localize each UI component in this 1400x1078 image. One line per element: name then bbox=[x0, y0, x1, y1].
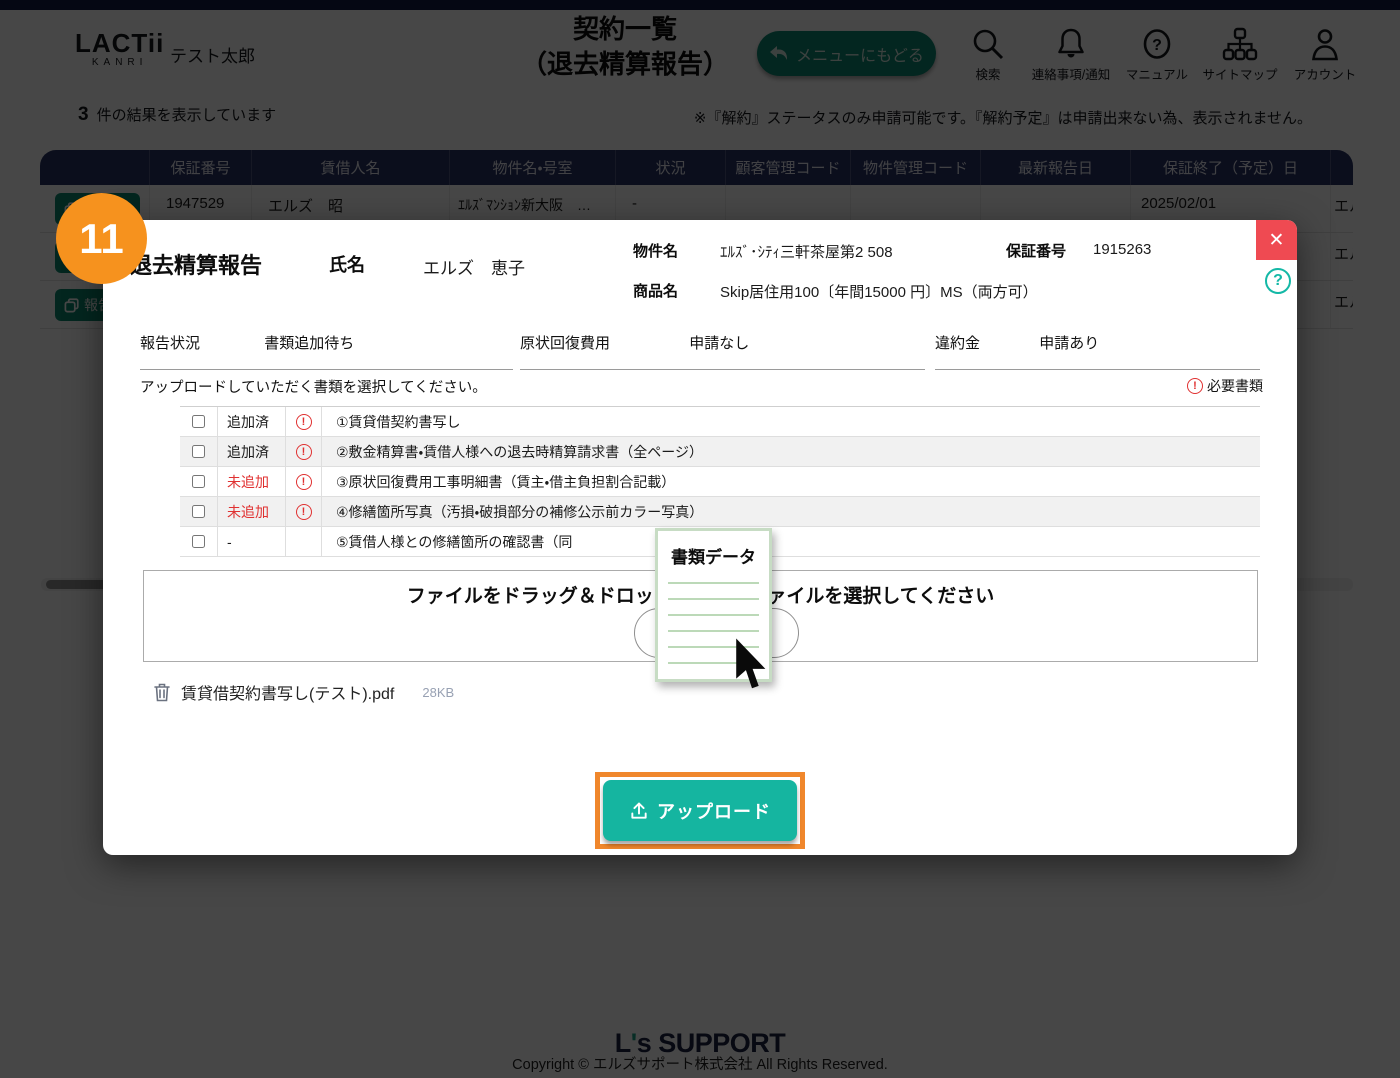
doc-checkbox[interactable] bbox=[192, 445, 205, 458]
product-name-label: 商品名 bbox=[633, 280, 678, 301]
tenant-name-label: 氏名 bbox=[329, 251, 365, 277]
step-number: 11 bbox=[79, 215, 123, 263]
property-name-label: 物件名 bbox=[633, 240, 678, 261]
doc-status: 追加済 bbox=[218, 437, 286, 466]
uploaded-file-name: 賃貸借契約書写し(テスト).pdf bbox=[181, 680, 394, 704]
help-icon: ? bbox=[1273, 272, 1283, 290]
trash-icon[interactable] bbox=[153, 682, 171, 702]
upload-button[interactable]: アップロード bbox=[603, 780, 797, 841]
checklist-row: 未追加 ! ③原状回復費用工事明細書（賃主・借主負担割合記載） bbox=[180, 467, 1260, 497]
uploaded-file-size: 28KB bbox=[422, 685, 454, 700]
close-icon: ✕ bbox=[1269, 229, 1285, 252]
required-docs-legend: ! 必要書類 bbox=[1187, 376, 1263, 396]
doc-checkbox[interactable] bbox=[192, 475, 205, 488]
required-docs-label: 必要書類 bbox=[1207, 376, 1263, 396]
penalty-label: 違約金 bbox=[935, 335, 980, 352]
doc-label: ④修繕箇所写真（汚損・破損部分の補修公示前カラー写真） bbox=[322, 497, 1260, 526]
required-cell: ! bbox=[286, 467, 322, 496]
alert-icon: ! bbox=[296, 444, 312, 460]
doc-checkbox[interactable] bbox=[192, 505, 205, 518]
checkbox-cell bbox=[180, 497, 218, 526]
modal-close-button[interactable]: ✕ bbox=[1256, 220, 1297, 260]
upload-instruction: アップロードしていただく書類を選択してください。 bbox=[140, 376, 487, 397]
alert-icon: ! bbox=[1187, 378, 1203, 394]
tenant-name-value: エルズ 恵子 bbox=[423, 254, 525, 279]
uploaded-file-row: 賃貸借契約書写し(テスト).pdf 28KB bbox=[153, 680, 454, 704]
app-screen: LACTii KANRI テスト太郎 契約一覧 （退去精算報告） メニューにもど… bbox=[0, 0, 1400, 1078]
restoration-cost-label: 原状回復費用 bbox=[520, 335, 610, 352]
restoration-cost-value: 申請なし bbox=[689, 335, 749, 352]
tutorial-highlight-frame: アップロード bbox=[595, 772, 805, 849]
doc-status: - bbox=[218, 527, 286, 556]
mouse-cursor-icon bbox=[735, 638, 769, 690]
checkbox-cell bbox=[180, 407, 218, 436]
penalty-group: 違約金 申請あり bbox=[935, 332, 1260, 370]
penalty-value: 申請あり bbox=[1039, 335, 1099, 352]
checkbox-cell bbox=[180, 527, 218, 556]
doc-status: 追加済 bbox=[218, 407, 286, 436]
doc-checkbox[interactable] bbox=[192, 415, 205, 428]
property-name-value: ｴﾙｽﾞ･ｼﾃｨ三軒茶屋第2 508 bbox=[720, 241, 893, 262]
doc-label: ③原状回復費用工事明細書（賃主・借主負担割合記載） bbox=[322, 467, 1260, 496]
doc-line bbox=[668, 630, 759, 632]
restoration-cost-group: 原状回復費用 申請なし bbox=[520, 332, 925, 370]
guarantee-no-value: 1915263 bbox=[1093, 241, 1151, 258]
doc-label: ①賃貸借契約書写し bbox=[322, 407, 1260, 436]
alert-icon: ! bbox=[296, 414, 312, 430]
checklist-row: 未追加 ! ④修繕箇所写真（汚損・破損部分の補修公示前カラー写真） bbox=[180, 497, 1260, 527]
doc-line bbox=[668, 614, 759, 616]
report-status-group: 報告状況 書類追加待ち bbox=[140, 332, 513, 370]
doc-line bbox=[668, 598, 759, 600]
product-name-value: Skip居住用100〔年間15000 円〕MS（両方可） bbox=[720, 281, 1038, 302]
report-status-value: 書類追加待ち bbox=[264, 335, 354, 352]
checkbox-cell bbox=[180, 437, 218, 466]
doc-checkbox[interactable] bbox=[192, 535, 205, 548]
required-cell bbox=[286, 527, 322, 556]
report-status-label: 報告状況 bbox=[140, 335, 200, 352]
doc-status: 未追加 bbox=[218, 467, 286, 496]
alert-icon: ! bbox=[296, 474, 312, 490]
tutorial-step-badge: 11 bbox=[56, 193, 147, 284]
required-cell: ! bbox=[286, 407, 322, 436]
moveout-settlement-report-modal: ✕ ? 退去精算報告 氏名 エルズ 恵子 物件名 ｴﾙｽﾞ･ｼﾃｨ三軒茶屋第2 … bbox=[103, 220, 1297, 855]
checkbox-cell bbox=[180, 467, 218, 496]
modal-help-button[interactable]: ? bbox=[1265, 268, 1291, 294]
doc-label: ②敷金精算書・賃借人様への退去時精算請求書（全ページ） bbox=[322, 437, 1260, 466]
doc-line bbox=[668, 582, 759, 584]
alert-icon: ! bbox=[296, 504, 312, 520]
drag-preview-label: 書類データ bbox=[658, 543, 769, 568]
checklist-row: 追加済 ! ①賃貸借契約書写し bbox=[180, 407, 1260, 437]
doc-status: 未追加 bbox=[218, 497, 286, 526]
required-cell: ! bbox=[286, 497, 322, 526]
checklist-row: 追加済 ! ②敷金精算書・賃借人様への退去時精算請求書（全ページ） bbox=[180, 437, 1260, 467]
guarantee-no-label: 保証番号 bbox=[1006, 240, 1066, 261]
modal-title: 退去精算報告 bbox=[130, 248, 262, 280]
upload-icon bbox=[629, 801, 649, 821]
doc-label: ⑤賃借人様との修繕箇所の確認書（同 bbox=[322, 527, 1260, 556]
upload-button-label: アップロード bbox=[657, 798, 771, 824]
required-cell: ! bbox=[286, 437, 322, 466]
